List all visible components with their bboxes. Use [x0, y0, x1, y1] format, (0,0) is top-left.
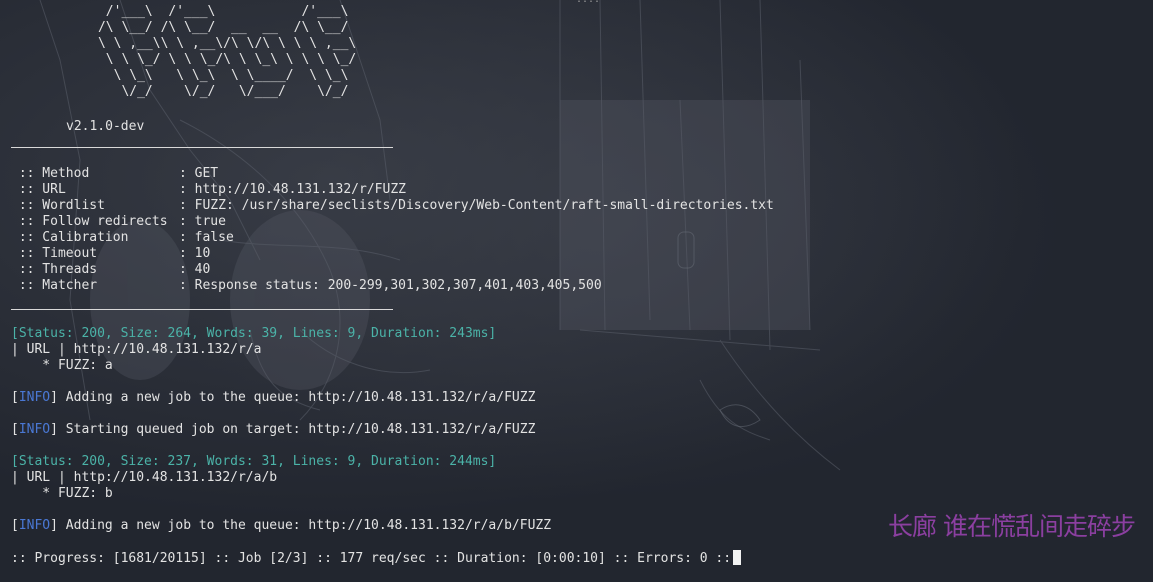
result-fuzz-line: * FUZZ: a [11, 358, 113, 373]
info-text: Adding a new job to the queue: http://10… [57, 390, 536, 405]
config-key: :: Wordlist [11, 198, 105, 213]
config-method: :: Method : GET [11, 166, 218, 182]
config-timeout: :: Timeout : 10 [11, 246, 211, 262]
info-tag: INFO [18, 422, 51, 437]
config-wordlist: :: Wordlist : FUZZ: /usr/share/seclists/D… [11, 198, 774, 214]
info-tag: INFO [18, 518, 51, 533]
config-value: : true [179, 214, 226, 229]
config-threads: :: Threads : 40 [11, 262, 211, 278]
config-key: :: Method [11, 166, 90, 181]
result-status-line: [Status: 200, Size: 264, Words: 39, Line… [11, 326, 497, 341]
config-key: :: Matcher [11, 278, 98, 293]
top-dots: .... [576, 0, 600, 5]
result-url-line: | URL | http://10.48.131.132/r/a/b [11, 470, 278, 485]
ffuf-ascii-banner: /'___\ /'___\ /'___\ /\ \__/ /\ \__/ __ … [97, 4, 357, 99]
info-line: [INFO] Adding a new job to the queue: ht… [11, 390, 536, 405]
result-url-line: | URL | http://10.48.131.132/r/a [11, 342, 262, 357]
separator-top [11, 147, 393, 148]
progress-line: :: Progress: [1681/20115] :: Job [2/3] :… [11, 550, 742, 566]
config-value: : 40 [179, 262, 211, 277]
config-follow-redirects: :: Follow redirects : true [11, 214, 226, 230]
terminal-cursor[interactable] [733, 550, 742, 565]
result-status-line: [Status: 200, Size: 237, Words: 31, Line… [11, 454, 497, 469]
config-value: : GET [179, 166, 219, 181]
terminal-window[interactable]: .... /'___\ /'___\ /'___\ /\ \__/ /\ \__… [0, 0, 1153, 582]
info-tag: INFO [18, 390, 51, 405]
version-label: v2.1.0-dev [66, 119, 145, 134]
watermark-text: 长廊 谁在慌乱间走碎步 [888, 512, 1136, 541]
config-key: :: URL [11, 182, 66, 197]
info-line: [INFO] Starting queued job on target: ht… [11, 422, 536, 437]
config-key: :: Follow redirects [11, 214, 168, 229]
progress-text: :: Progress: [1681/20115] :: Job [2/3] :… [11, 551, 732, 566]
config-value: : FUZZ: /usr/share/seclists/Discovery/We… [179, 198, 774, 213]
config-matcher: :: Matcher : Response status: 200-299,301… [11, 278, 602, 294]
config-key: :: Timeout [11, 246, 98, 261]
config-key: :: Threads [11, 262, 98, 277]
info-text: Adding a new job to the queue: http://10… [57, 518, 552, 533]
config-key: :: Calibration [11, 230, 129, 245]
config-value: : 10 [179, 246, 211, 261]
separator-bottom [11, 309, 393, 310]
config-calibration: :: Calibration : false [11, 230, 234, 246]
config-value: : http://10.48.131.132/r/FUZZ [179, 182, 406, 197]
info-line: [INFO] Adding a new job to the queue: ht… [11, 518, 552, 533]
config-url: :: URL : http://10.48.131.132/r/FUZZ [11, 182, 406, 198]
config-value: : Response status: 200-299,301,302,307,4… [179, 278, 602, 293]
info-text: Starting queued job on target: http://10… [57, 422, 536, 437]
result-fuzz-line: * FUZZ: b [11, 486, 113, 501]
config-value: : false [179, 230, 234, 245]
